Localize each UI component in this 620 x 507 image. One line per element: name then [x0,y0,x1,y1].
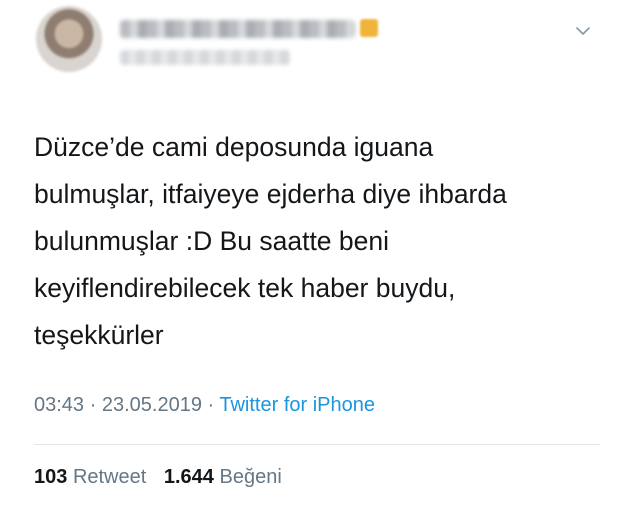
verified-badge-icon [360,19,378,37]
meta-separator: · [84,394,102,416]
chevron-down-icon[interactable] [574,22,592,40]
display-name-blurred[interactable] [120,20,355,38]
retweet-count[interactable]: 103 [34,466,67,488]
divider [34,444,600,445]
like-label[interactable]: Beğeni [220,466,282,488]
meta-separator: · [201,394,220,416]
engagement-stats: 103 Retweet 1.644 Beğeni [34,466,282,489]
tweet-card: Düzce’de cami deposunda iguana bulmuşlar… [0,0,620,507]
tweet-meta: 03:43 · 23.05.2019 · Twitter for iPhone [34,394,375,417]
tweet-time[interactable]: 03:43 [34,394,84,416]
avatar[interactable] [36,6,102,72]
tweet-date[interactable]: 23.05.2019 [102,394,202,416]
retweet-label[interactable]: Retweet [73,466,146,488]
tweet-source-link[interactable]: Twitter for iPhone [219,394,375,416]
like-count[interactable]: 1.644 [164,466,214,488]
tweet-text: Düzce’de cami deposunda iguana bulmuşlar… [34,132,507,350]
username-blurred[interactable] [120,50,290,65]
